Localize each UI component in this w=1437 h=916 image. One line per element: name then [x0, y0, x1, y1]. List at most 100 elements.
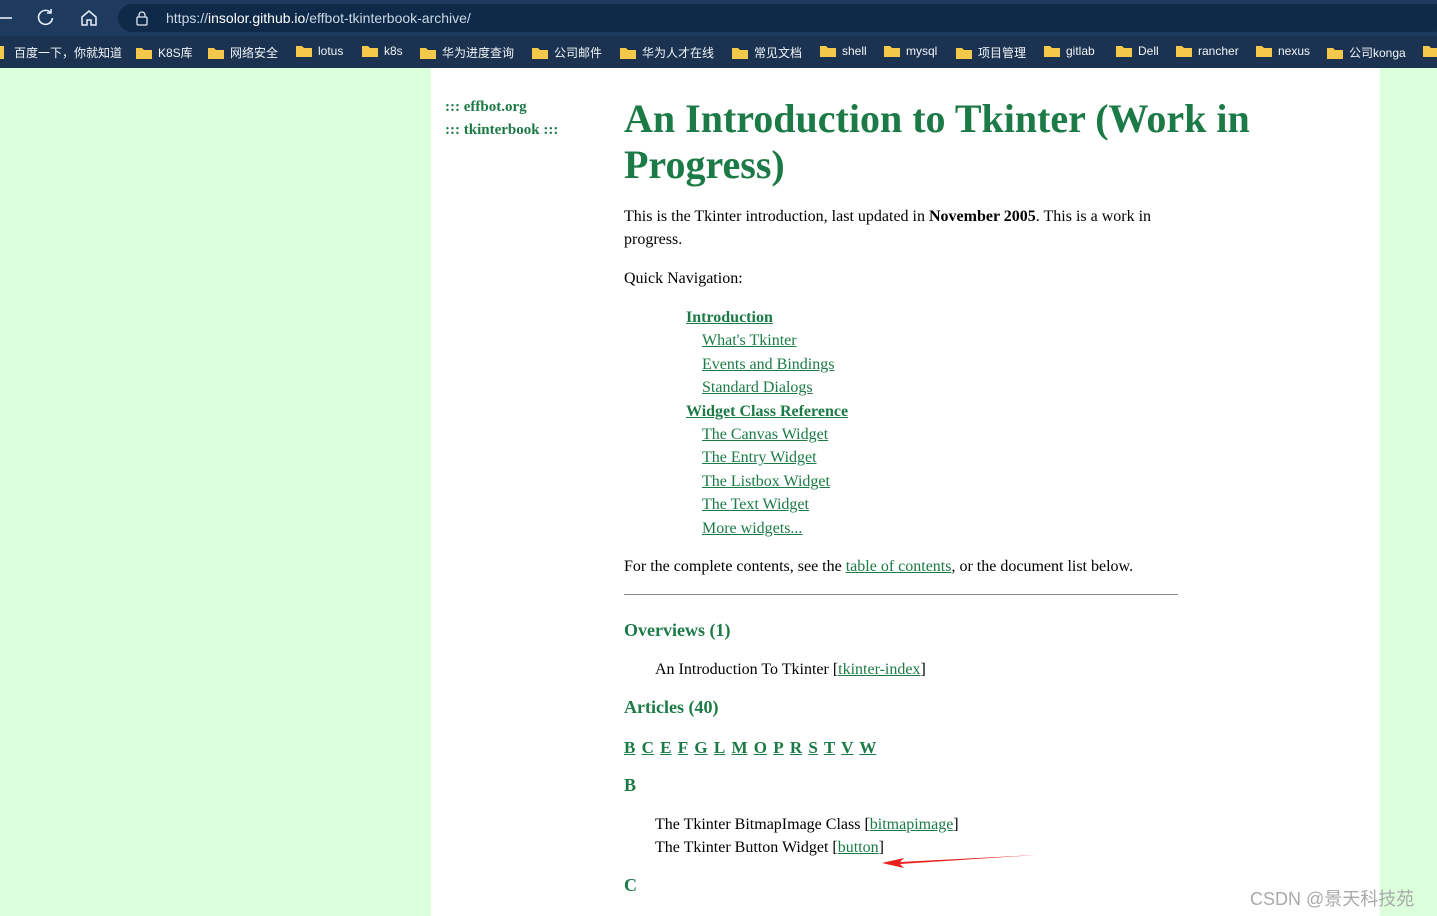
bookmark-folder[interactable]: Dell — [1116, 44, 1159, 60]
letter-link-s[interactable]: S — [808, 738, 817, 757]
folder-icon — [1116, 44, 1132, 57]
folder-icon — [1423, 44, 1437, 57]
entry-text: The Tkinter Button Widget [ — [655, 839, 838, 856]
bookmark-folder[interactable]: 公司konga — [1327, 44, 1406, 60]
sidebar-link-tkinterbook[interactable]: ::: tkinterbook ::: — [445, 119, 558, 142]
letter-link-f[interactable]: F — [678, 738, 688, 757]
bookmark-folder[interactable]: 网络安全 — [208, 44, 278, 60]
folder-icon — [1327, 46, 1343, 59]
home-icon[interactable] — [77, 6, 101, 30]
folder-icon — [1176, 44, 1192, 57]
nav-link-entry-widget[interactable]: The Entry Widget — [686, 446, 848, 469]
nav-link-more-widgets[interactable]: More widgets... — [686, 517, 848, 540]
bookmark-folder[interactable]: 项目管理 — [956, 44, 1026, 60]
list-item: An Introduction To Tkinter [tkinter-inde… — [655, 658, 926, 681]
bookmark-baidu[interactable]: 百度一下，你就知道 — [0, 44, 122, 60]
bookmark-label: rancher — [1198, 44, 1239, 58]
letter-link-w[interactable]: W — [859, 738, 876, 757]
refresh-icon[interactable] — [33, 6, 57, 30]
bookmark-folder[interactable] — [1423, 44, 1437, 60]
url-text[interactable]: https://insolor.github.io/effbot-tkinter… — [166, 10, 471, 26]
url-scheme: https:// — [166, 10, 209, 26]
list-item: The Tkinter Button Widget [button] — [655, 836, 884, 859]
intro-text: This is the Tkinter introduction, last u… — [624, 208, 929, 225]
contents-paragraph: For the complete contents, see the table… — [624, 555, 1224, 578]
nav-link-widget-class-reference[interactable]: Widget Class Reference — [686, 400, 848, 423]
letter-link-b[interactable]: B — [624, 738, 635, 757]
bookmark-label: 百度一下，你就知道 — [14, 46, 123, 60]
letter-link-l[interactable]: L — [714, 738, 725, 757]
entry-text: The Tkinter BitmapImage Class [ — [655, 816, 870, 833]
bookmark-label: 公司邮件 — [554, 46, 603, 60]
section-heading-c: C — [624, 875, 637, 895]
bookmark-label: 项目管理 — [978, 46, 1027, 60]
bookmark-label: 公司konga — [1349, 46, 1406, 60]
browser-toolbar: https://insolor.github.io/effbot-tkinter… — [0, 0, 1437, 36]
folder-icon — [362, 44, 378, 57]
folder-icon — [296, 44, 312, 57]
bookmark-folder[interactable]: lotus — [296, 44, 343, 60]
bookmark-label: 网络安全 — [230, 46, 279, 60]
bookmark-folder[interactable]: K8S库 — [136, 44, 193, 60]
watermark: CSDN @景天科技苑 — [1250, 889, 1415, 909]
address-bar[interactable]: https://insolor.github.io/effbot-tkinter… — [118, 4, 1437, 32]
bookmark-folder[interactable]: nexus — [1256, 44, 1310, 60]
tkinter-index-link[interactable]: tkinter-index — [838, 661, 920, 678]
button-link[interactable]: button — [838, 839, 879, 856]
letter-link-c[interactable]: C — [642, 738, 654, 757]
bookmark-folder[interactable]: 常见文档 — [732, 44, 802, 60]
bookmark-folder[interactable]: 华为进度查询 — [420, 44, 514, 60]
section-heading-b: B — [624, 775, 637, 795]
folder-icon — [136, 46, 152, 59]
letter-link-t[interactable]: T — [824, 738, 835, 757]
table-of-contents-link[interactable]: table of contents — [846, 558, 952, 575]
bookmark-folder[interactable]: 公司邮件 — [532, 44, 602, 60]
letter-link-p[interactable]: P — [773, 738, 783, 757]
bitmapimage-link[interactable]: bitmapimage — [870, 816, 954, 833]
bookmark-label: 常见文档 — [754, 46, 803, 60]
nav-link-standard-dialogs[interactable]: Standard Dialogs — [686, 376, 848, 399]
page-title: An Introduction to Tkinter (Work in Prog… — [624, 96, 1250, 187]
bookmark-folder[interactable]: gitlab — [1044, 44, 1095, 60]
letter-link-r[interactable]: R — [790, 738, 802, 757]
bookmark-label: mysql — [906, 44, 938, 58]
folder-icon — [884, 44, 900, 57]
letter-link-v[interactable]: V — [841, 738, 853, 757]
quick-navigation-list: Introduction What's Tkinter Events and B… — [686, 306, 848, 540]
bookmark-label: lotus — [318, 44, 344, 58]
bookmark-folder[interactable]: rancher — [1176, 44, 1239, 60]
site-sidebar: ::: effbot.org ::: tkinterbook ::: — [445, 96, 558, 142]
annotation-arrow-icon — [882, 855, 1036, 868]
folder-icon — [420, 46, 436, 59]
letter-link-m[interactable]: M — [731, 738, 747, 757]
folder-icon — [1256, 44, 1272, 57]
bookmark-folder[interactable]: mysql — [884, 44, 937, 60]
url-path: /effbot-tkinterbook-archive/ — [305, 10, 471, 26]
bookmark-label: 华为进度查询 — [442, 46, 515, 60]
nav-link-introduction[interactable]: Introduction — [686, 306, 848, 329]
sidebar-link-effbot[interactable]: ::: effbot.org — [445, 96, 558, 119]
bookmark-folder[interactable]: 华为人才在线 — [620, 44, 714, 60]
letter-link-o[interactable]: O — [754, 738, 767, 757]
bookmark-folder[interactable]: shell — [820, 44, 867, 60]
bookmark-label: gitlab — [1066, 44, 1095, 58]
letter-link-e[interactable]: E — [660, 738, 671, 757]
articles-heading: Articles (40) — [624, 697, 719, 717]
nav-link-whats-tkinter[interactable]: What's Tkinter — [686, 329, 848, 352]
letter-index: B C E F G L M O P R S T V W — [624, 738, 878, 758]
back-arrow-icon[interactable] — [0, 6, 16, 30]
contents-text: For the complete contents, see the — [624, 558, 846, 575]
nav-link-canvas-widget[interactable]: The Canvas Widget — [686, 423, 848, 446]
nav-link-listbox-widget[interactable]: The Listbox Widget — [686, 470, 848, 493]
bracket-close: ] — [953, 816, 959, 833]
bookmark-label: k8s — [384, 44, 403, 58]
lock-icon[interactable] — [134, 10, 150, 26]
letter-link-g[interactable]: G — [694, 738, 707, 757]
bookmark-label: K8S库 — [158, 46, 193, 60]
nav-link-events-bindings[interactable]: Events and Bindings — [686, 353, 848, 376]
bookmark-folder[interactable]: k8s — [362, 44, 403, 60]
contents-text-end: , or the document list below. — [951, 558, 1134, 575]
bracket-close: ] — [920, 661, 926, 678]
bookmark-label: shell — [842, 44, 867, 58]
nav-link-text-widget[interactable]: The Text Widget — [686, 493, 848, 516]
